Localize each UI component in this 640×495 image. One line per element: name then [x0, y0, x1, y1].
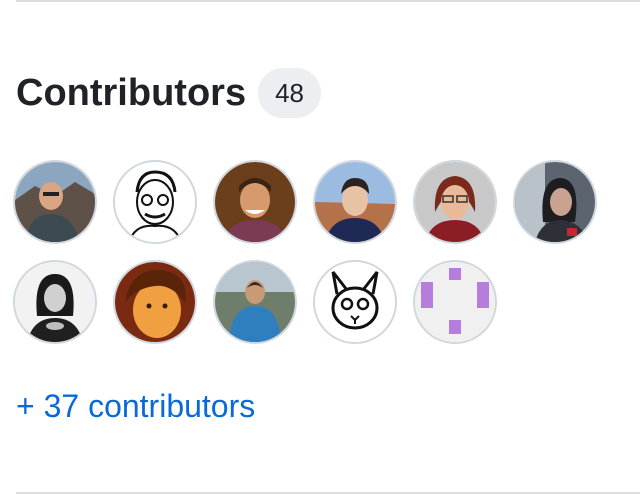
contributors-count-badge: 48 [258, 68, 321, 118]
contributors-title-link[interactable]: Contributors [16, 68, 246, 118]
contributor-avatar-2[interactable] [113, 160, 197, 244]
avatar-image [15, 262, 95, 342]
contributor-avatar-6[interactable] [513, 160, 597, 244]
contributor-avatar-3[interactable] [213, 160, 297, 244]
contributor-avatar-4[interactable] [313, 160, 397, 244]
avatar-image [215, 262, 295, 342]
avatar-image [315, 262, 395, 342]
contributor-avatar-11[interactable] [413, 260, 497, 344]
avatar-image [215, 162, 295, 242]
contributor-avatar-5[interactable] [413, 160, 497, 244]
avatar-image [15, 162, 95, 242]
contributor-avatar-9[interactable] [213, 260, 297, 344]
contributor-avatar-10[interactable] [313, 260, 397, 344]
contributor-avatar-8[interactable] [113, 260, 197, 344]
avatar-image [115, 162, 195, 242]
avatar-image [415, 262, 495, 342]
contributor-avatar-7[interactable] [13, 260, 97, 344]
more-contributors-link[interactable]: + 37 contributors [16, 388, 255, 425]
avatar-image [115, 262, 195, 342]
top-divider [16, 0, 640, 2]
avatar-image [315, 162, 395, 242]
avatar-image [415, 162, 495, 242]
contributor-avatar-1[interactable] [13, 160, 97, 244]
bottom-divider [16, 492, 640, 494]
contributors-heading: Contributors 48 [16, 68, 321, 118]
avatar-image [515, 162, 595, 242]
